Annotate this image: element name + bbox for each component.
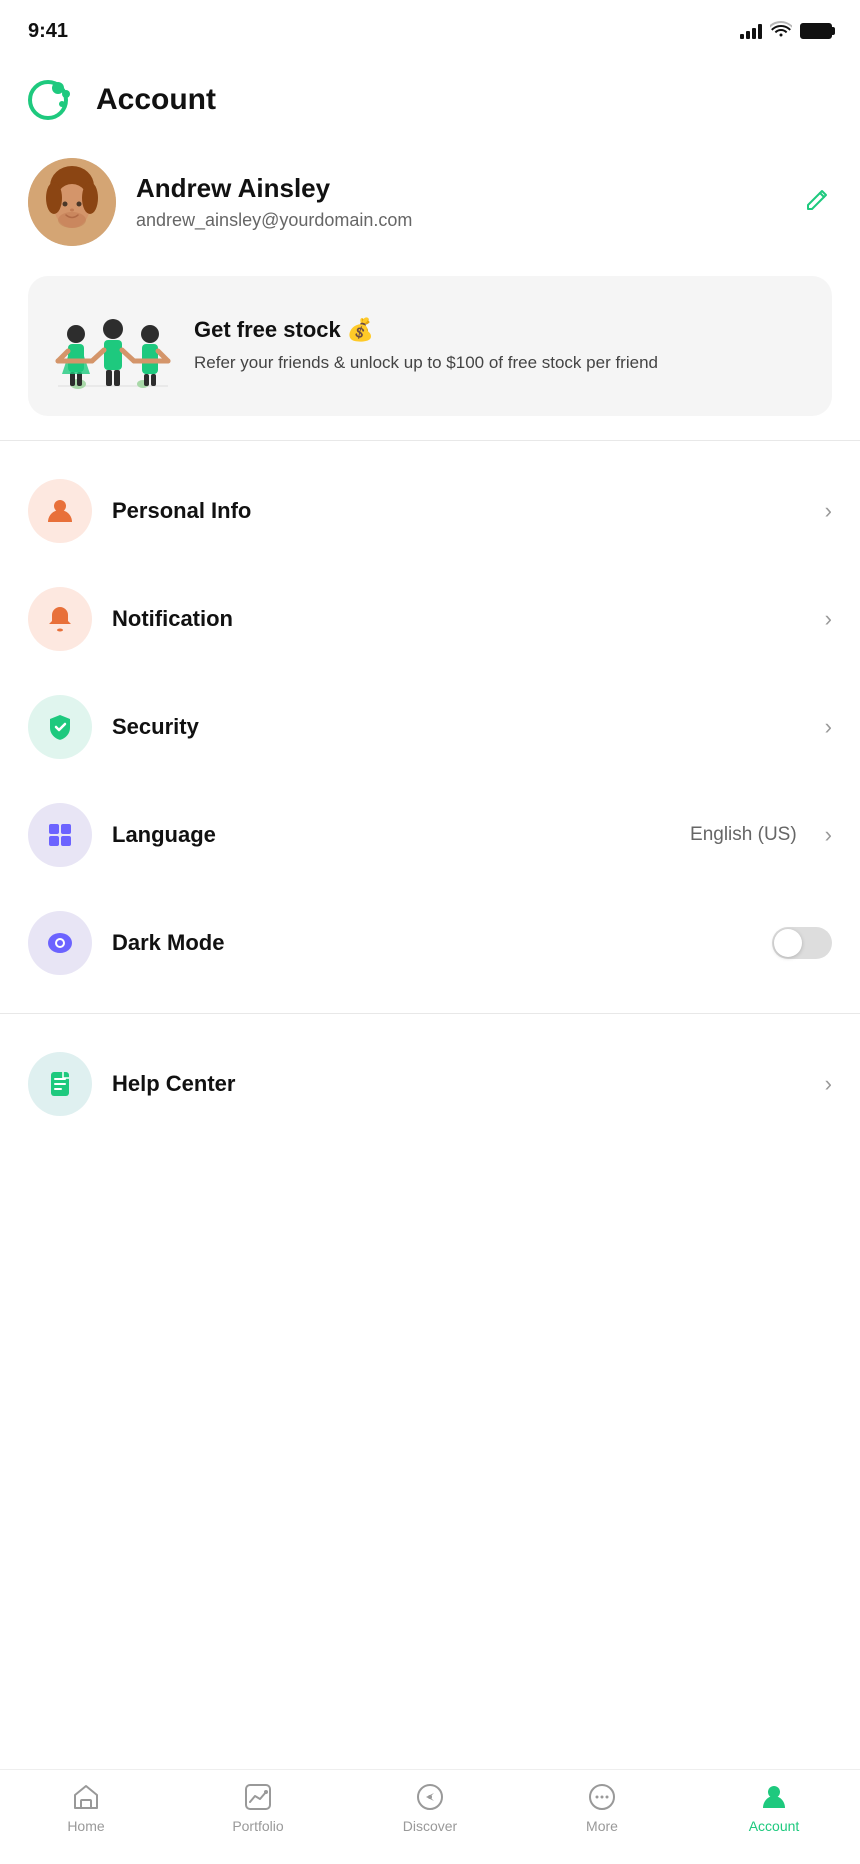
dark-mode-icon-wrap — [28, 911, 92, 975]
menu-item-language[interactable]: Language English (US) › — [0, 781, 860, 889]
compass-icon — [415, 1782, 445, 1812]
profile-email: andrew_ainsley@yourdomain.com — [136, 210, 784, 231]
menu-item-security[interactable]: Security › — [0, 673, 860, 781]
referral-text: Get free stock 💰 Refer your friends & un… — [194, 317, 812, 375]
nav-label-more: More — [586, 1818, 618, 1834]
personal-info-label: Personal Info — [112, 498, 805, 524]
chevron-right-icon: › — [825, 822, 832, 848]
nav-item-portfolio[interactable]: Portfolio — [218, 1782, 298, 1834]
chart-icon — [243, 1782, 273, 1812]
page-title: Account — [96, 83, 216, 117]
chevron-right-icon: › — [825, 606, 832, 632]
bottom-navigation: Home Portfolio Discover More — [0, 1769, 860, 1864]
person-icon — [45, 496, 75, 526]
shield-icon — [45, 712, 75, 742]
security-icon-wrap — [28, 695, 92, 759]
chevron-right-icon: › — [825, 1071, 832, 1097]
nav-label-home: Home — [67, 1818, 104, 1834]
nav-label-discover: Discover — [403, 1818, 457, 1834]
security-label: Security — [112, 714, 805, 740]
help-center-label: Help Center — [112, 1071, 805, 1097]
home-icon — [71, 1782, 101, 1812]
profile-info: Andrew Ainsley andrew_ainsley@yourdomain… — [136, 173, 784, 231]
referral-description: Refer your friends & unlock up to $100 o… — [194, 351, 812, 375]
section-divider-2 — [0, 1013, 860, 1014]
bell-icon — [45, 604, 75, 634]
eye-icon — [45, 928, 75, 958]
edit-profile-button[interactable] — [804, 185, 832, 220]
dark-mode-label: Dark Mode — [112, 930, 752, 956]
notification-icon-wrap — [28, 587, 92, 651]
menu-item-dark-mode[interactable]: Dark Mode — [0, 889, 860, 997]
nav-label-portfolio: Portfolio — [232, 1818, 283, 1834]
status-bar: 9:41 — [0, 0, 860, 54]
battery-icon — [800, 23, 832, 39]
app-logo — [28, 74, 80, 126]
status-time: 9:41 — [28, 20, 68, 43]
account-person-icon — [759, 1782, 789, 1812]
nav-item-home[interactable]: Home — [46, 1782, 126, 1834]
referral-illustration — [48, 296, 178, 396]
referral-card[interactable]: Get free stock 💰 Refer your friends & un… — [28, 276, 832, 416]
referral-title: Get free stock 💰 — [194, 317, 812, 343]
nav-item-discover[interactable]: Discover — [390, 1782, 470, 1834]
language-value: English (US) — [690, 824, 797, 846]
menu-list-help: Help Center › — [0, 1022, 860, 1146]
dark-mode-toggle[interactable] — [772, 927, 832, 959]
menu-item-personal-info[interactable]: Personal Info › — [0, 457, 860, 565]
menu-item-help-center[interactable]: Help Center › — [0, 1030, 860, 1138]
profile-name: Andrew Ainsley — [136, 173, 784, 204]
nav-item-more[interactable]: More — [562, 1782, 642, 1834]
grid-icon — [45, 820, 75, 850]
wifi-icon — [770, 21, 792, 42]
page-header: Account — [0, 54, 860, 142]
signal-icon — [740, 23, 762, 39]
nav-label-account: Account — [749, 1818, 800, 1834]
personal-info-icon-wrap — [28, 479, 92, 543]
avatar — [28, 158, 116, 246]
nav-item-account[interactable]: Account — [734, 1782, 814, 1834]
menu-list-main: Personal Info › Notification › Secur — [0, 449, 860, 1005]
chevron-right-icon: › — [825, 714, 832, 740]
profile-section: Andrew Ainsley andrew_ainsley@yourdomain… — [0, 142, 860, 266]
language-icon-wrap — [28, 803, 92, 867]
more-icon — [587, 1782, 617, 1812]
help-center-icon-wrap — [28, 1052, 92, 1116]
status-icons — [740, 21, 832, 42]
doc-icon — [45, 1069, 75, 1099]
toggle-knob — [774, 929, 802, 957]
language-label: Language — [112, 822, 670, 848]
chevron-right-icon: › — [825, 498, 832, 524]
notification-label: Notification — [112, 606, 805, 632]
section-divider-1 — [0, 440, 860, 441]
menu-item-notification[interactable]: Notification › — [0, 565, 860, 673]
